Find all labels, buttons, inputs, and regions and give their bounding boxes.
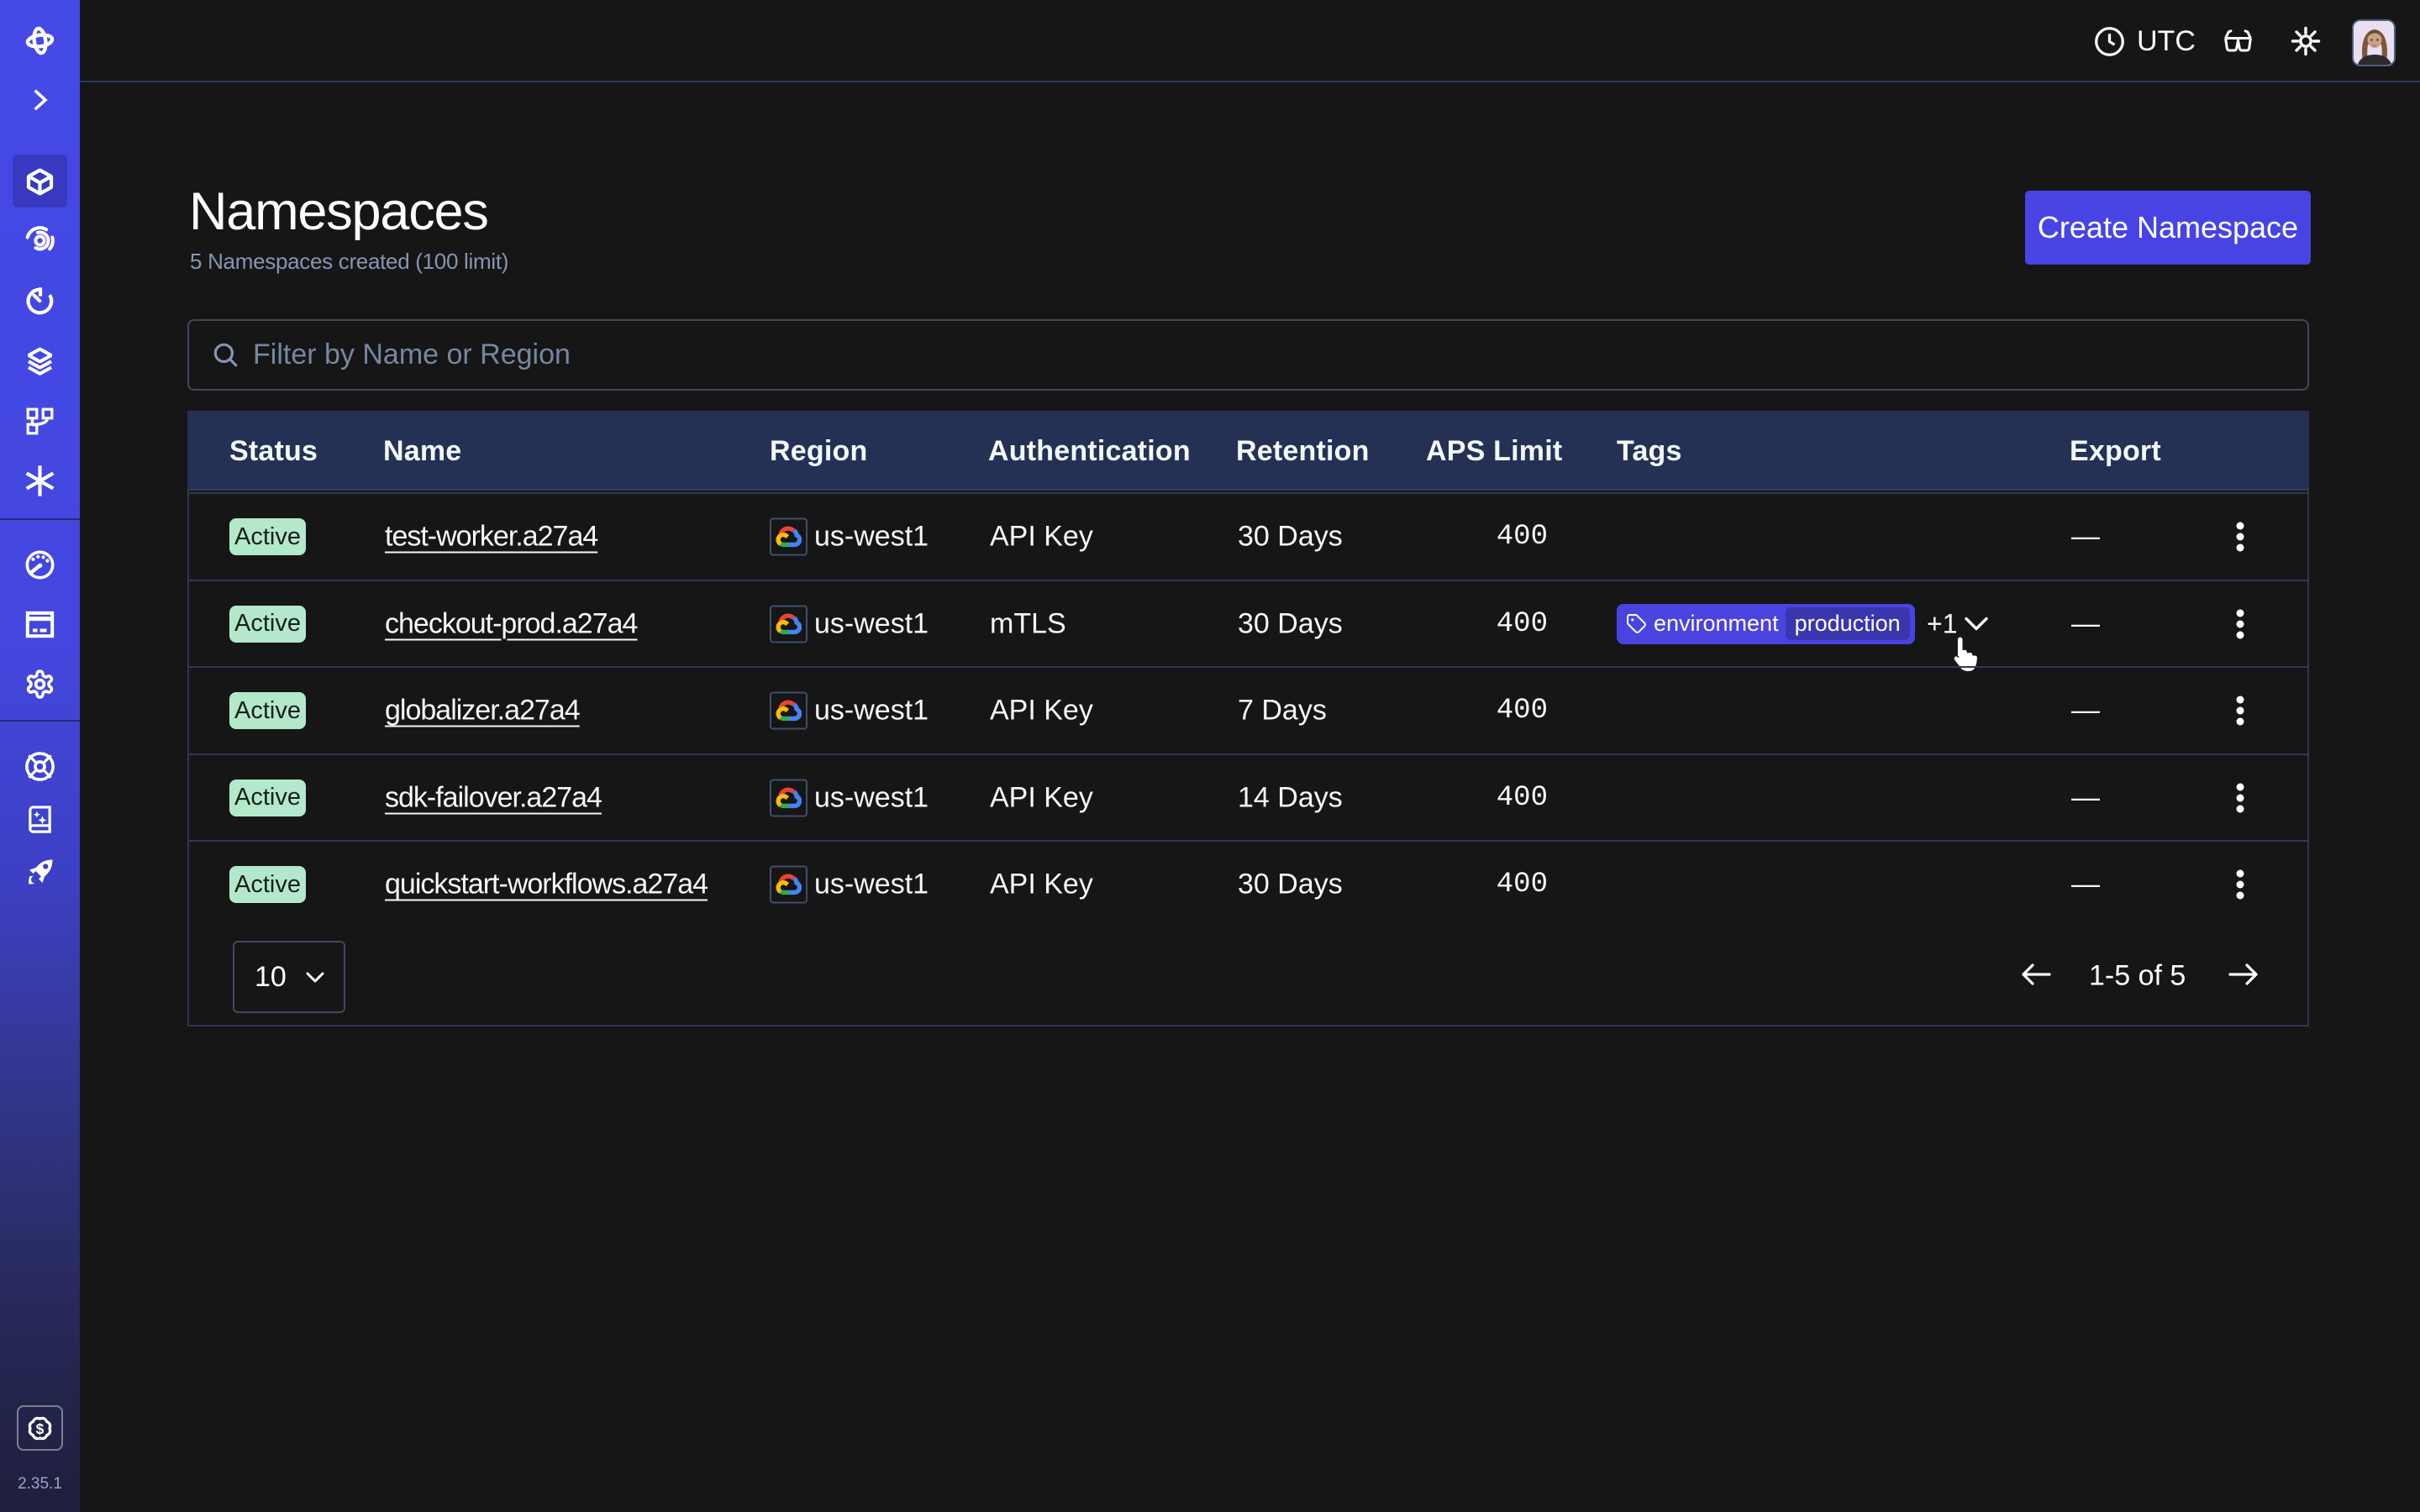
svg-text:$: $ — [36, 1420, 45, 1436]
